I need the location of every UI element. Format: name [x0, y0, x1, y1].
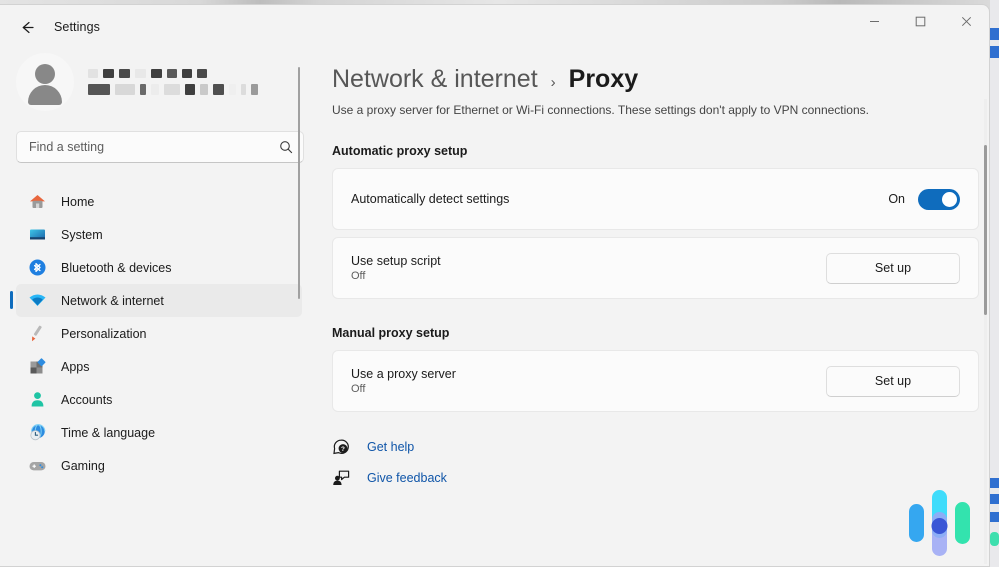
page-description: Use a proxy server for Ethernet or Wi-Fi… [332, 103, 979, 117]
back-arrow-icon [19, 19, 36, 36]
card-use-setup-script[interactable]: Use setup script Off Set up [332, 237, 979, 299]
toggle-state-label: On [888, 192, 905, 206]
sidebar-item-label: Gaming [61, 459, 105, 473]
sidebar-item-label: System [61, 228, 103, 242]
setup-script-set-up-button[interactable]: Set up [826, 253, 960, 284]
help-question-icon: ? [332, 438, 350, 456]
sidebar-item-system[interactable]: System [16, 218, 302, 251]
home-icon [28, 192, 47, 211]
account-email-redacted [88, 84, 258, 95]
sidebar-item-apps[interactable]: Apps [16, 350, 302, 383]
sidebar-scrollbar[interactable] [298, 67, 300, 299]
wifi-icon [28, 291, 47, 310]
feedback-person-icon [332, 469, 350, 487]
minimize-icon [869, 16, 880, 27]
link-label: Give feedback [367, 471, 447, 485]
system-icon [28, 225, 47, 244]
sidebar-item-personalization[interactable]: Personalization [16, 317, 302, 350]
clock-globe-icon [28, 423, 47, 442]
sidebar-item-label: Network & internet [61, 294, 164, 308]
account-name-redacted [88, 69, 258, 78]
breadcrumb: Network & internet › Proxy [332, 65, 979, 94]
get-help-link[interactable]: ? Get help [332, 438, 979, 456]
maximize-icon [915, 16, 926, 27]
maximize-button[interactable] [897, 5, 943, 38]
breadcrumb-parent[interactable]: Network & internet [332, 65, 538, 94]
section-title-manual: Manual proxy setup [332, 326, 979, 340]
back-button[interactable] [10, 12, 44, 42]
sidebar-item-label: Apps [61, 360, 90, 374]
avatar [16, 53, 74, 111]
title-bar: Settings [0, 5, 989, 49]
search-box[interactable] [16, 131, 304, 163]
search-icon [279, 140, 293, 154]
sidebar-item-home[interactable]: Home [16, 185, 302, 218]
brush-icon [28, 324, 47, 343]
main-content: Network & internet › Proxy Use a proxy s… [320, 49, 989, 567]
background-window-right-edge [990, 0, 999, 567]
card-subtitle: Off [351, 270, 441, 282]
page-title: Proxy [569, 65, 638, 94]
auto-detect-settings-toggle[interactable] [918, 189, 960, 210]
settings-window: Settings [0, 4, 990, 567]
window-body: Home System [0, 49, 989, 567]
content-scrollbar-thumb[interactable] [984, 145, 987, 315]
link-label: Get help [367, 440, 414, 454]
section-title-automatic: Automatic proxy setup [332, 144, 979, 158]
gamepad-icon [28, 456, 47, 475]
card-automatically-detect-settings[interactable]: Automatically detect settings On [332, 168, 979, 230]
card-subtitle: Off [351, 383, 456, 395]
sidebar-item-label: Home [61, 195, 94, 209]
toggle-knob [942, 192, 957, 207]
search-input[interactable] [29, 140, 279, 154]
breadcrumb-separator-icon: › [551, 74, 556, 91]
minimize-button[interactable] [851, 5, 897, 38]
decorative-bars-graphic [907, 486, 973, 560]
account-profile[interactable] [16, 53, 320, 111]
bluetooth-icon [28, 258, 47, 277]
window-controls [851, 5, 989, 38]
sidebar-item-network-internet[interactable]: Network & internet [16, 284, 302, 317]
sidebar-nav: Home System [16, 185, 320, 482]
close-icon [961, 16, 972, 27]
account-text-redacted [88, 69, 258, 95]
sidebar: Home System [0, 49, 320, 567]
card-title: Use a proxy server [351, 367, 456, 381]
card-title: Use setup script [351, 254, 441, 268]
sidebar-item-label: Bluetooth & devices [61, 261, 172, 275]
sidebar-item-gaming[interactable]: Gaming [16, 449, 302, 482]
sidebar-item-accounts[interactable]: Accounts [16, 383, 302, 416]
give-feedback-link[interactable]: Give feedback [332, 469, 979, 487]
accounts-icon [28, 390, 47, 409]
sidebar-item-label: Accounts [61, 393, 112, 407]
close-button[interactable] [943, 5, 989, 38]
sidebar-item-label: Personalization [61, 327, 146, 341]
card-use-a-proxy-server[interactable]: Use a proxy server Off Set up [332, 350, 979, 412]
proxy-server-set-up-button[interactable]: Set up [826, 366, 960, 397]
svg-text:?: ? [341, 446, 345, 453]
sidebar-item-bluetooth[interactable]: Bluetooth & devices [16, 251, 302, 284]
card-title: Automatically detect settings [351, 192, 509, 206]
app-title: Settings [54, 20, 100, 34]
sidebar-item-label: Time & language [61, 426, 155, 440]
footer-links: ? Get help Give feedback [332, 438, 979, 487]
sidebar-item-time-language[interactable]: Time & language [16, 416, 302, 449]
apps-icon [28, 357, 47, 376]
